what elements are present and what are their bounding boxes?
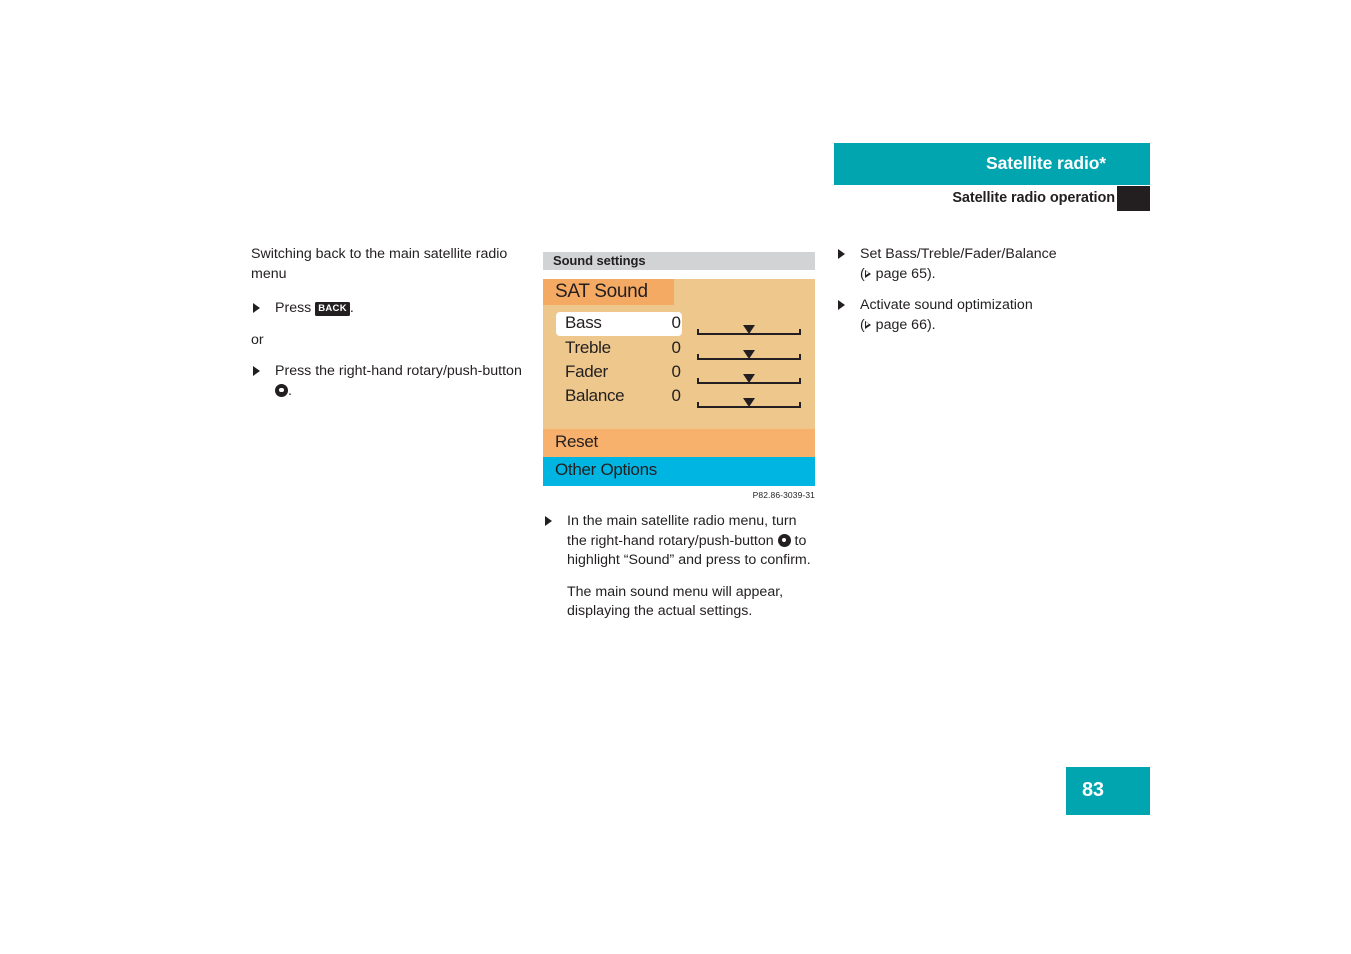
mid-paragraph: The main sound menu will appear, display… [567,583,784,620]
bullet-triangle-icon [838,249,845,259]
slider-marker-icon [743,374,755,383]
bullet-triangle-icon [253,366,260,376]
sat-row-value: 0 [671,362,681,381]
left-step1-suffix: . [349,300,354,316]
fader-slider[interactable] [697,374,801,385]
chapter-tab-marker [1117,186,1150,211]
right-item2-label: Activate sound optimization [860,297,1033,313]
slider-tick-right [799,354,801,360]
left-or-label: or [251,331,264,348]
sat-other-options-button[interactable]: Other Options [543,457,815,486]
balance-slider[interactable] [697,398,801,409]
sat-reset-button[interactable]: Reset [543,429,815,457]
right-item-sound-optimization: Activate sound optimization( page 66). [836,296,1108,335]
left-step1-prefix: Press [275,300,316,316]
right-item-set-tone: Set Bass/Treble/Fader/Balance( page 65). [836,245,1108,284]
rotary-push-button-icon [275,383,288,397]
figure-caption-bar: Sound settings [543,252,815,270]
sat-row-balance[interactable]: Balance 0 [543,385,815,409]
sat-row-value: 0 [671,338,681,357]
sat-row-bass[interactable]: Bass 0 [543,312,815,336]
sat-screen-title: SAT Sound [555,281,648,302]
treble-slider[interactable] [697,350,801,361]
slider-tick-right [799,329,801,335]
right-item2-ref-text: page 66). [871,316,936,333]
page-reference-icon [864,269,871,278]
left-step2-suffix: . [288,382,292,399]
rotary-push-button-icon [777,533,791,547]
sat-reset-label: Reset [555,432,598,451]
sat-row-fader[interactable]: Fader 0 [543,361,815,385]
section-subtitle: Satellite radio operation [952,190,1115,206]
mid-step1-part1: In the main satellite radio menu, turn t… [567,513,797,549]
left-step2-prefix: Press the right-hand rotary/push-button [275,363,522,379]
page-title: Satellite radio* [986,153,1106,173]
right-item1-label: Set Bass/Treble/Fader/Balance [860,246,1057,262]
slider-marker-icon [743,398,755,407]
bullet-triangle-icon [545,516,552,526]
sat-row-label: Balance [565,386,625,405]
slider-tick-left [697,354,699,360]
right-item1-ref-text: page 65). [871,265,936,282]
sat-row-treble[interactable]: Treble 0 [543,337,815,361]
page-number: 83 [1082,779,1104,801]
header-teal-bar: Satellite radio* [834,143,1150,185]
slider-marker-icon [743,325,755,334]
sat-row-label: Treble [565,338,611,357]
sat-row-value: 0 [671,313,681,332]
sat-sound-screen: SAT Sound Bass 0 Treble 0 Fader 0 Balanc… [543,279,815,486]
slider-tick-right [799,378,801,384]
sat-row-label: Bass [565,313,602,332]
bullet-triangle-icon [838,300,845,310]
page-number-badge: 83 [1066,767,1150,815]
figure-caption-label: Sound settings [553,253,646,268]
figure-sound-settings: Sound settings SAT Sound Bass 0 Treble 0 [543,252,815,500]
sat-row-label: Fader [565,362,608,381]
left-step-press-back: Press BACK. [251,299,523,319]
sat-other-options-label: Other Options [555,460,657,479]
right-column: Set Bass/Treble/Fader/Balance( page 65).… [836,245,1108,335]
mid-step-highlight-sound: In the main satellite radio menu, turn t… [543,512,815,571]
sat-row-value: 0 [671,386,681,405]
back-key-icon: BACK [315,302,350,316]
slider-tick-left [697,378,699,384]
slider-tick-left [697,329,699,335]
left-column: Switching back to the main satellite rad… [251,245,523,401]
middle-column: In the main satellite radio menu, turn t… [543,512,815,622]
bass-slider[interactable] [697,325,801,336]
bullet-triangle-icon [253,303,260,313]
page-reference-icon [864,320,871,329]
left-heading: Switching back to the main satellite rad… [251,246,508,282]
figure-image-code: P82.86-3039-31 [752,490,815,500]
slider-marker-icon [743,350,755,359]
left-step-press-rotary: Press the right-hand rotary/push-button … [251,362,523,401]
slider-tick-left [697,402,699,408]
slider-tick-right [799,402,801,408]
